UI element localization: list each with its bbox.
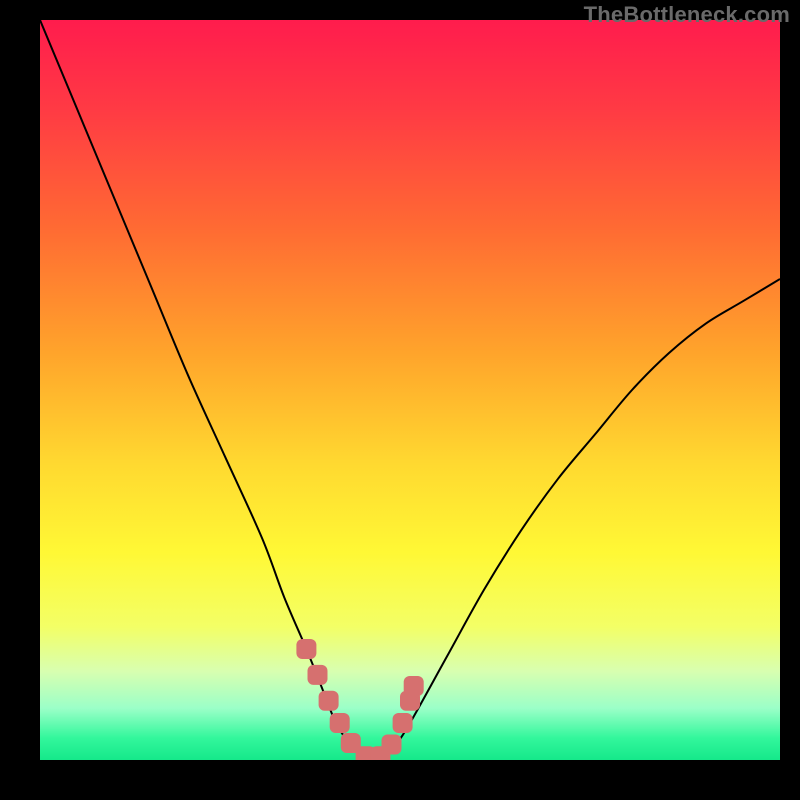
chart-frame: TheBottleneck.com <box>0 0 800 800</box>
marker-point <box>404 676 424 696</box>
curve-layer <box>40 20 780 760</box>
plot-area <box>40 20 780 760</box>
marker-point <box>393 713 413 733</box>
watermark-text: TheBottleneck.com <box>584 2 790 28</box>
bottleneck-curve <box>40 20 780 760</box>
marker-point <box>330 713 350 733</box>
marker-point <box>319 691 339 711</box>
marker-point <box>382 734 402 754</box>
marker-point <box>296 639 316 659</box>
marker-point <box>308 665 328 685</box>
marker-band <box>296 639 423 760</box>
